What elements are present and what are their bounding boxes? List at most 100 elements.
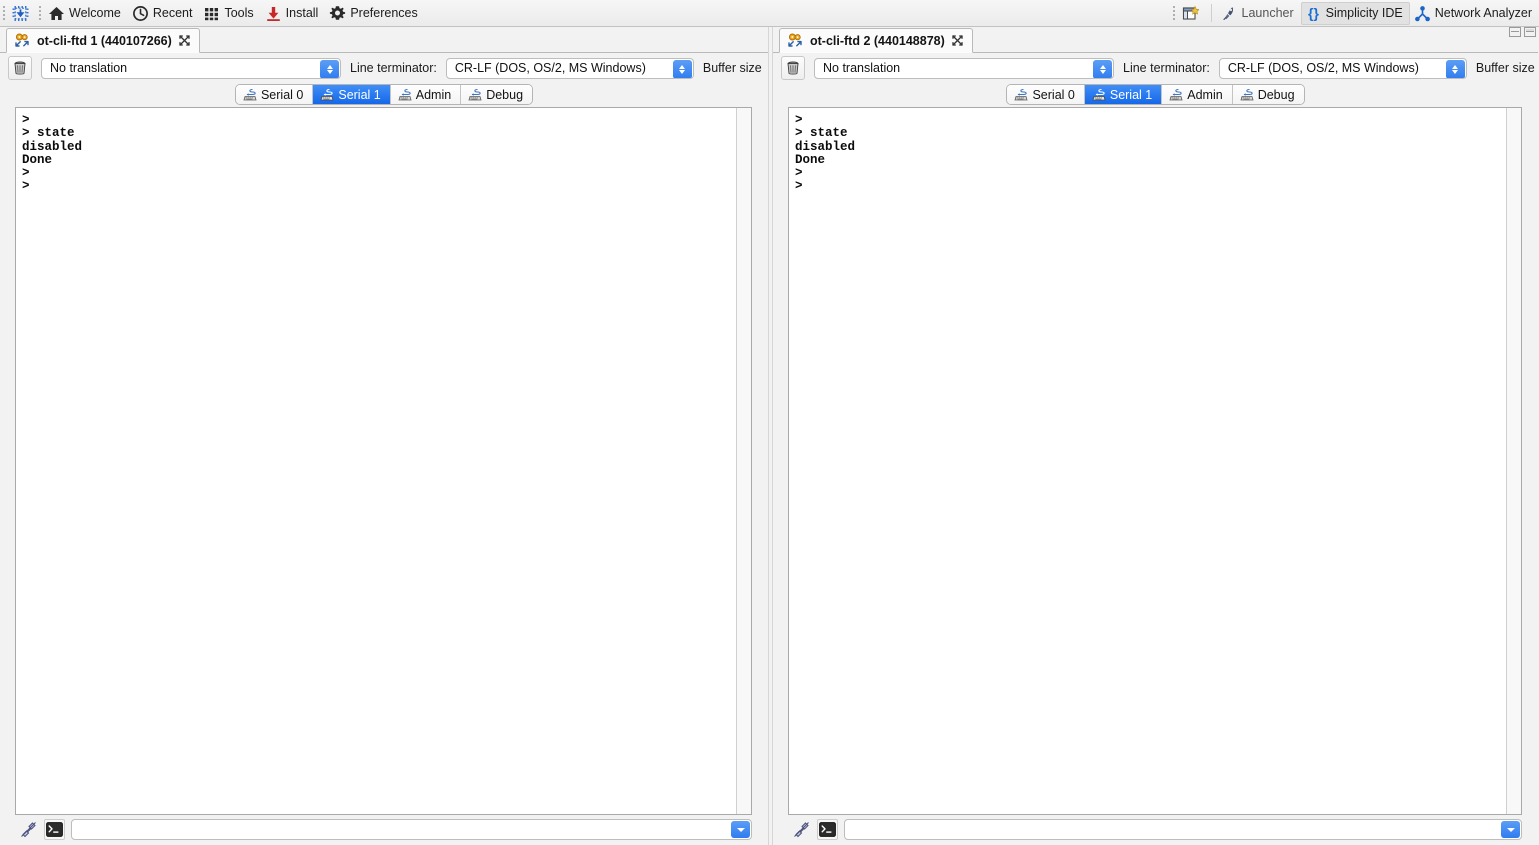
line-terminator-select-1[interactable]: CR-LF (DOS, OS/2, MS Windows): [445, 57, 694, 79]
serial-console-icon: [14, 32, 31, 49]
clear-console-button[interactable]: [781, 56, 805, 80]
console-input-row-1: [0, 815, 768, 845]
keyboard-icon: [1092, 88, 1106, 102]
command-history-dropdown-1[interactable]: [731, 821, 750, 838]
console-prompt-icon[interactable]: [817, 819, 838, 840]
tab-serial-1-label: Serial 1: [338, 87, 381, 102]
tab-admin-label: Admin: [1187, 87, 1223, 102]
serial-subtabs-1: Serial 0 Serial 1 Admin Debug: [234, 84, 534, 105]
console-output-area-2: > > state disabled Done > >: [788, 107, 1522, 815]
translation-select-1[interactable]: No translation: [41, 57, 341, 79]
serial-subtab-bar-1: Serial 0 Serial 1 Admin Debug: [0, 83, 768, 106]
gear-icon: [329, 5, 346, 22]
network-analyzer-label: Network Analyzer: [1434, 6, 1532, 20]
tab-serial-1-label: Serial 1: [1109, 87, 1153, 102]
tab-serial-1[interactable]: Serial 1: [1084, 85, 1163, 104]
tab-admin[interactable]: Admin: [1162, 85, 1233, 104]
keyboard-icon: [320, 88, 334, 102]
line-terminator-select-2[interactable]: CR-LF (DOS, OS/2, MS Windows): [1218, 57, 1467, 79]
perspective-simplicity-ide[interactable]: {} Simplicity IDE: [1300, 1, 1410, 25]
tab-serial-0[interactable]: Serial 0: [1007, 85, 1085, 104]
tab-debug[interactable]: Debug: [461, 85, 533, 104]
trash-icon: [12, 60, 29, 77]
tab-admin-label: Admin: [415, 87, 452, 102]
console-vertical-scrollbar[interactable]: [736, 108, 751, 814]
console-prompt-icon[interactable]: [44, 819, 65, 840]
tools-button[interactable]: Tools: [199, 2, 260, 25]
keyboard-icon: [468, 88, 482, 102]
recent-label: Recent: [152, 6, 193, 20]
tab-debug-label: Debug: [1257, 87, 1295, 102]
close-icon[interactable]: [951, 34, 964, 47]
open-perspective-button[interactable]: [1178, 2, 1206, 25]
keyboard-icon: [398, 88, 412, 102]
serial-console-icon: [787, 32, 804, 49]
serial-subtabs-2: Serial 0 Serial 1 Admin Debug: [1006, 84, 1305, 105]
editor-tab-ot-cli-ftd-2[interactable]: ot-cli-ftd 2 (440148878): [779, 28, 973, 53]
minimize-view-button[interactable]: [1509, 27, 1521, 37]
console-output-text[interactable]: > > state disabled Done > >: [789, 108, 1506, 814]
command-input-combo-1[interactable]: [71, 819, 752, 840]
command-input-1[interactable]: [72, 820, 751, 839]
preferences-button[interactable]: Preferences: [325, 2, 424, 25]
command-input-combo-2[interactable]: [844, 819, 1522, 840]
home-icon: [48, 5, 65, 22]
workbench: ot-cli-ftd 1 (440107266) No translation …: [0, 27, 1539, 845]
tab-admin[interactable]: Admin: [390, 85, 462, 104]
editor-tab-row-2: ot-cli-ftd 2 (440148878): [773, 27, 1538, 53]
close-icon[interactable]: [178, 34, 191, 47]
editor-tab-row-1: ot-cli-ftd 1 (440107266): [0, 27, 768, 53]
tab-row-filler: [972, 33, 1538, 53]
tools-label: Tools: [224, 6, 254, 20]
tab-serial-0[interactable]: Serial 0: [235, 85, 314, 104]
editor-tab-ot-cli-ftd-1[interactable]: ot-cli-ftd 1 (440107266): [6, 28, 200, 53]
command-input-2[interactable]: [845, 820, 1521, 839]
line-terminator-value: CR-LF (DOS, OS/2, MS Windows): [1227, 61, 1419, 75]
flash-programmer-button[interactable]: [8, 2, 36, 25]
keyboard-icon: [243, 88, 257, 102]
chevron-updown-icon: [320, 59, 339, 78]
disconnect-icon[interactable]: [18, 820, 38, 840]
chevron-updown-icon: [1445, 59, 1465, 78]
keyboard-icon: [1240, 88, 1254, 102]
disconnect-icon[interactable]: [791, 820, 811, 840]
translation-value: No translation: [50, 61, 128, 75]
perspective-network-analyzer[interactable]: Network Analyzer: [1410, 2, 1539, 25]
welcome-button[interactable]: Welcome: [44, 2, 128, 25]
clear-console-button[interactable]: [8, 56, 32, 80]
launcher-label: Launcher: [1241, 6, 1294, 20]
editor-tab-title: ot-cli-ftd 2 (440148878): [810, 33, 945, 48]
perspective-grip[interactable]: [1170, 3, 1178, 23]
new-perspective-icon: [1182, 5, 1199, 22]
console-output-area-1: > > state disabled Done > >: [15, 107, 752, 815]
translation-value: No translation: [823, 61, 901, 75]
perspective-launcher[interactable]: Launcher: [1217, 2, 1301, 25]
maximize-view-button[interactable]: [1524, 27, 1536, 37]
line-terminator-label: Line terminator:: [350, 61, 437, 75]
tab-debug[interactable]: Debug: [1232, 85, 1304, 104]
keyboard-icon: [1014, 88, 1028, 102]
welcome-label: Welcome: [69, 6, 121, 20]
chip-flash-icon: [12, 5, 29, 22]
toolbar-left-group: Welcome Recent Tools Install Preferences: [0, 0, 425, 26]
keyboard-icon: [1169, 88, 1183, 102]
console-vertical-scrollbar[interactable]: [1506, 108, 1521, 814]
chevron-updown-icon: [1093, 59, 1112, 78]
toolbar-grip[interactable]: [0, 3, 8, 23]
console-output-text[interactable]: > > state disabled Done > >: [16, 108, 736, 814]
tab-serial-1[interactable]: Serial 1: [313, 85, 391, 104]
toolbar-right-group: Launcher {} Simplicity IDE Network Analy…: [1170, 0, 1539, 26]
main-toolbar: Welcome Recent Tools Install Preferences…: [0, 0, 1539, 27]
install-label: Install: [285, 6, 319, 20]
chevron-updown-icon: [672, 59, 692, 78]
buffer-size-label: Buffer size: [1475, 61, 1535, 75]
command-history-dropdown-2[interactable]: [1501, 821, 1520, 838]
console-panel-1: ot-cli-ftd 1 (440107266) No translation …: [0, 27, 768, 845]
grid-icon: [203, 5, 220, 22]
recent-button[interactable]: Recent: [128, 2, 200, 25]
toolbar-grip-2[interactable]: [36, 3, 44, 23]
translation-select-2[interactable]: No translation: [814, 57, 1114, 79]
install-button[interactable]: Install: [261, 2, 326, 25]
line-terminator-value: CR-LF (DOS, OS/2, MS Windows): [454, 61, 646, 75]
tab-serial-0-label: Serial 0: [1032, 87, 1075, 102]
